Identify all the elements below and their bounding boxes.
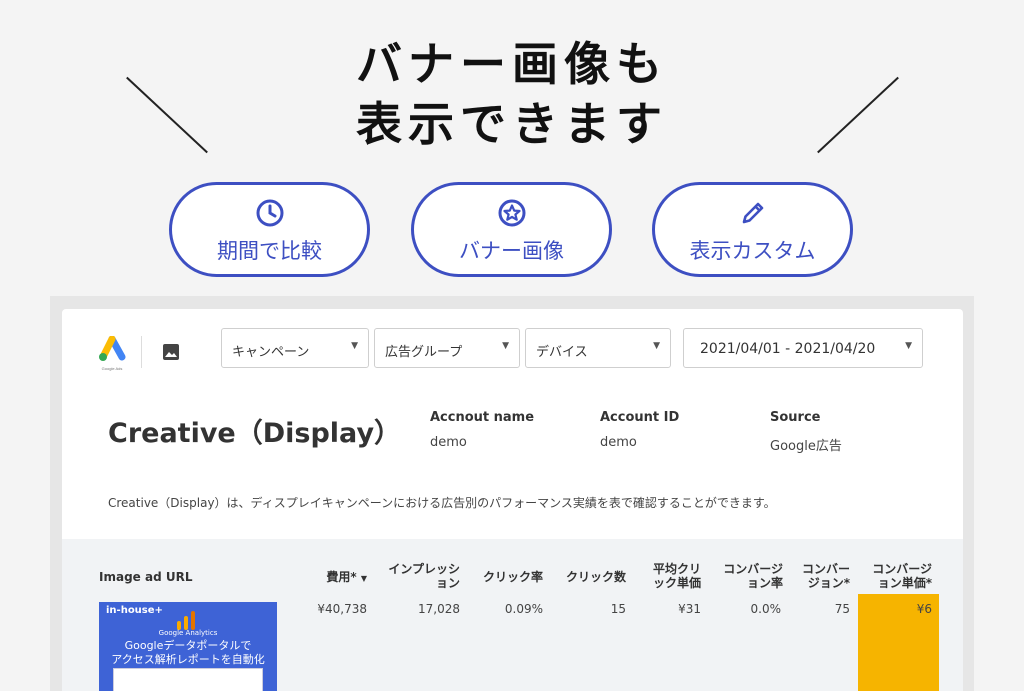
cell-conversions: 75 bbox=[834, 602, 850, 616]
column-header-cost-per-conversion[interactable]: コンバージョン単価* bbox=[862, 562, 932, 590]
feature-pill-label: バナー画像 bbox=[459, 239, 564, 263]
feature-pill-label: 表示カスタム bbox=[689, 239, 816, 263]
banner-headline-line-1: Googleデータポータルで bbox=[124, 639, 252, 652]
cell-ctr: 0.09% bbox=[504, 602, 543, 616]
account-name-label: Accnout name bbox=[430, 410, 535, 425]
banner-headline: Googleデータポータルで アクセス解析レポートを自動化 bbox=[99, 639, 277, 667]
column-header-ctr[interactable]: クリック率 bbox=[470, 570, 543, 584]
banner-brand: in-house+ bbox=[106, 605, 163, 616]
feature-pill-banner-image: バナー画像 bbox=[411, 182, 612, 277]
source-value: Google広告 bbox=[770, 439, 842, 454]
report-title: Creative（Display） bbox=[108, 418, 402, 449]
banner-sub: Google Analytics bbox=[158, 629, 218, 637]
google-ads-logo-icon: Google Ads bbox=[99, 336, 126, 371]
report-description: Creative（Display）は、ディスプレイキャンペーンにおける広告別のパ… bbox=[108, 496, 776, 510]
sort-down-icon: ▼ bbox=[360, 574, 367, 583]
ad-group-filter-label: 広告グループ bbox=[385, 345, 463, 360]
banner-image-thumbnail[interactable]: in-house+ Google Analytics Googleデータポータル… bbox=[99, 602, 277, 691]
column-header-image-ad-url[interactable]: Image ad URL bbox=[99, 570, 192, 584]
source-label: Source bbox=[770, 410, 821, 425]
google-ads-logo-caption: Google Ads bbox=[102, 366, 123, 371]
headline: バナー画像も 表示できます bbox=[0, 34, 1024, 154]
star-circle-icon bbox=[498, 199, 525, 227]
account-name-value: demo bbox=[430, 435, 467, 450]
ad-group-filter-dropdown[interactable]: 広告グループ ▼ bbox=[374, 328, 520, 368]
device-filter-dropdown[interactable]: デバイス ▼ bbox=[525, 328, 671, 368]
clock-icon bbox=[256, 199, 283, 227]
feature-pill-compare-period: 期間で比較 bbox=[169, 182, 370, 277]
cell-cost-per-conversion: ¥6 bbox=[916, 602, 932, 616]
date-range-picker[interactable]: 2021/04/01 - 2021/04/20 ▼ bbox=[683, 328, 923, 368]
image-icon[interactable] bbox=[161, 342, 181, 362]
cell-clicks: 15 bbox=[610, 602, 626, 616]
caret-down-icon: ▼ bbox=[502, 341, 509, 351]
column-header-avg-cpc[interactable]: 平均クリック単価 bbox=[649, 562, 701, 590]
caret-down-icon: ▼ bbox=[905, 341, 912, 351]
cell-impressions: 17,028 bbox=[418, 602, 460, 616]
account-id-value: demo bbox=[600, 435, 637, 450]
caret-down-icon: ▼ bbox=[653, 341, 660, 351]
cell-cost: ¥40,738 bbox=[317, 602, 367, 616]
column-header-clicks[interactable]: クリック数 bbox=[553, 570, 626, 584]
toolbar-divider bbox=[141, 336, 142, 368]
feature-pill-label: 期間で比較 bbox=[217, 239, 322, 263]
device-filter-label: デバイス bbox=[536, 345, 588, 360]
cell-avg-cpc: ¥31 bbox=[678, 602, 701, 616]
column-header-impressions[interactable]: インプレッション bbox=[388, 562, 460, 590]
banner-headline-line-2: アクセス解析レポートを自動化 bbox=[111, 653, 265, 666]
column-header-cost-label: 費用* bbox=[326, 570, 357, 584]
column-header-cost[interactable]: 費用* ▼ bbox=[300, 570, 367, 586]
account-id-label: Account ID bbox=[600, 410, 680, 425]
pencil-icon bbox=[742, 202, 763, 224]
cell-conversion-rate: 0.0% bbox=[750, 602, 782, 616]
campaign-filter-label: キャンペーン bbox=[232, 345, 310, 360]
caret-down-icon: ▼ bbox=[351, 341, 358, 351]
headline-line-1: バナー画像も bbox=[356, 37, 668, 91]
banner-screenshot bbox=[113, 668, 263, 691]
date-range-label: 2021/04/01 - 2021/04/20 bbox=[700, 341, 876, 357]
column-header-conversion-rate[interactable]: コンバージョン率 bbox=[713, 562, 783, 590]
feature-pill-custom-display: 表示カスタム bbox=[652, 182, 853, 277]
campaign-filter-dropdown[interactable]: キャンペーン ▼ bbox=[221, 328, 369, 368]
column-header-conversions[interactable]: コンバージョン* bbox=[795, 562, 850, 590]
